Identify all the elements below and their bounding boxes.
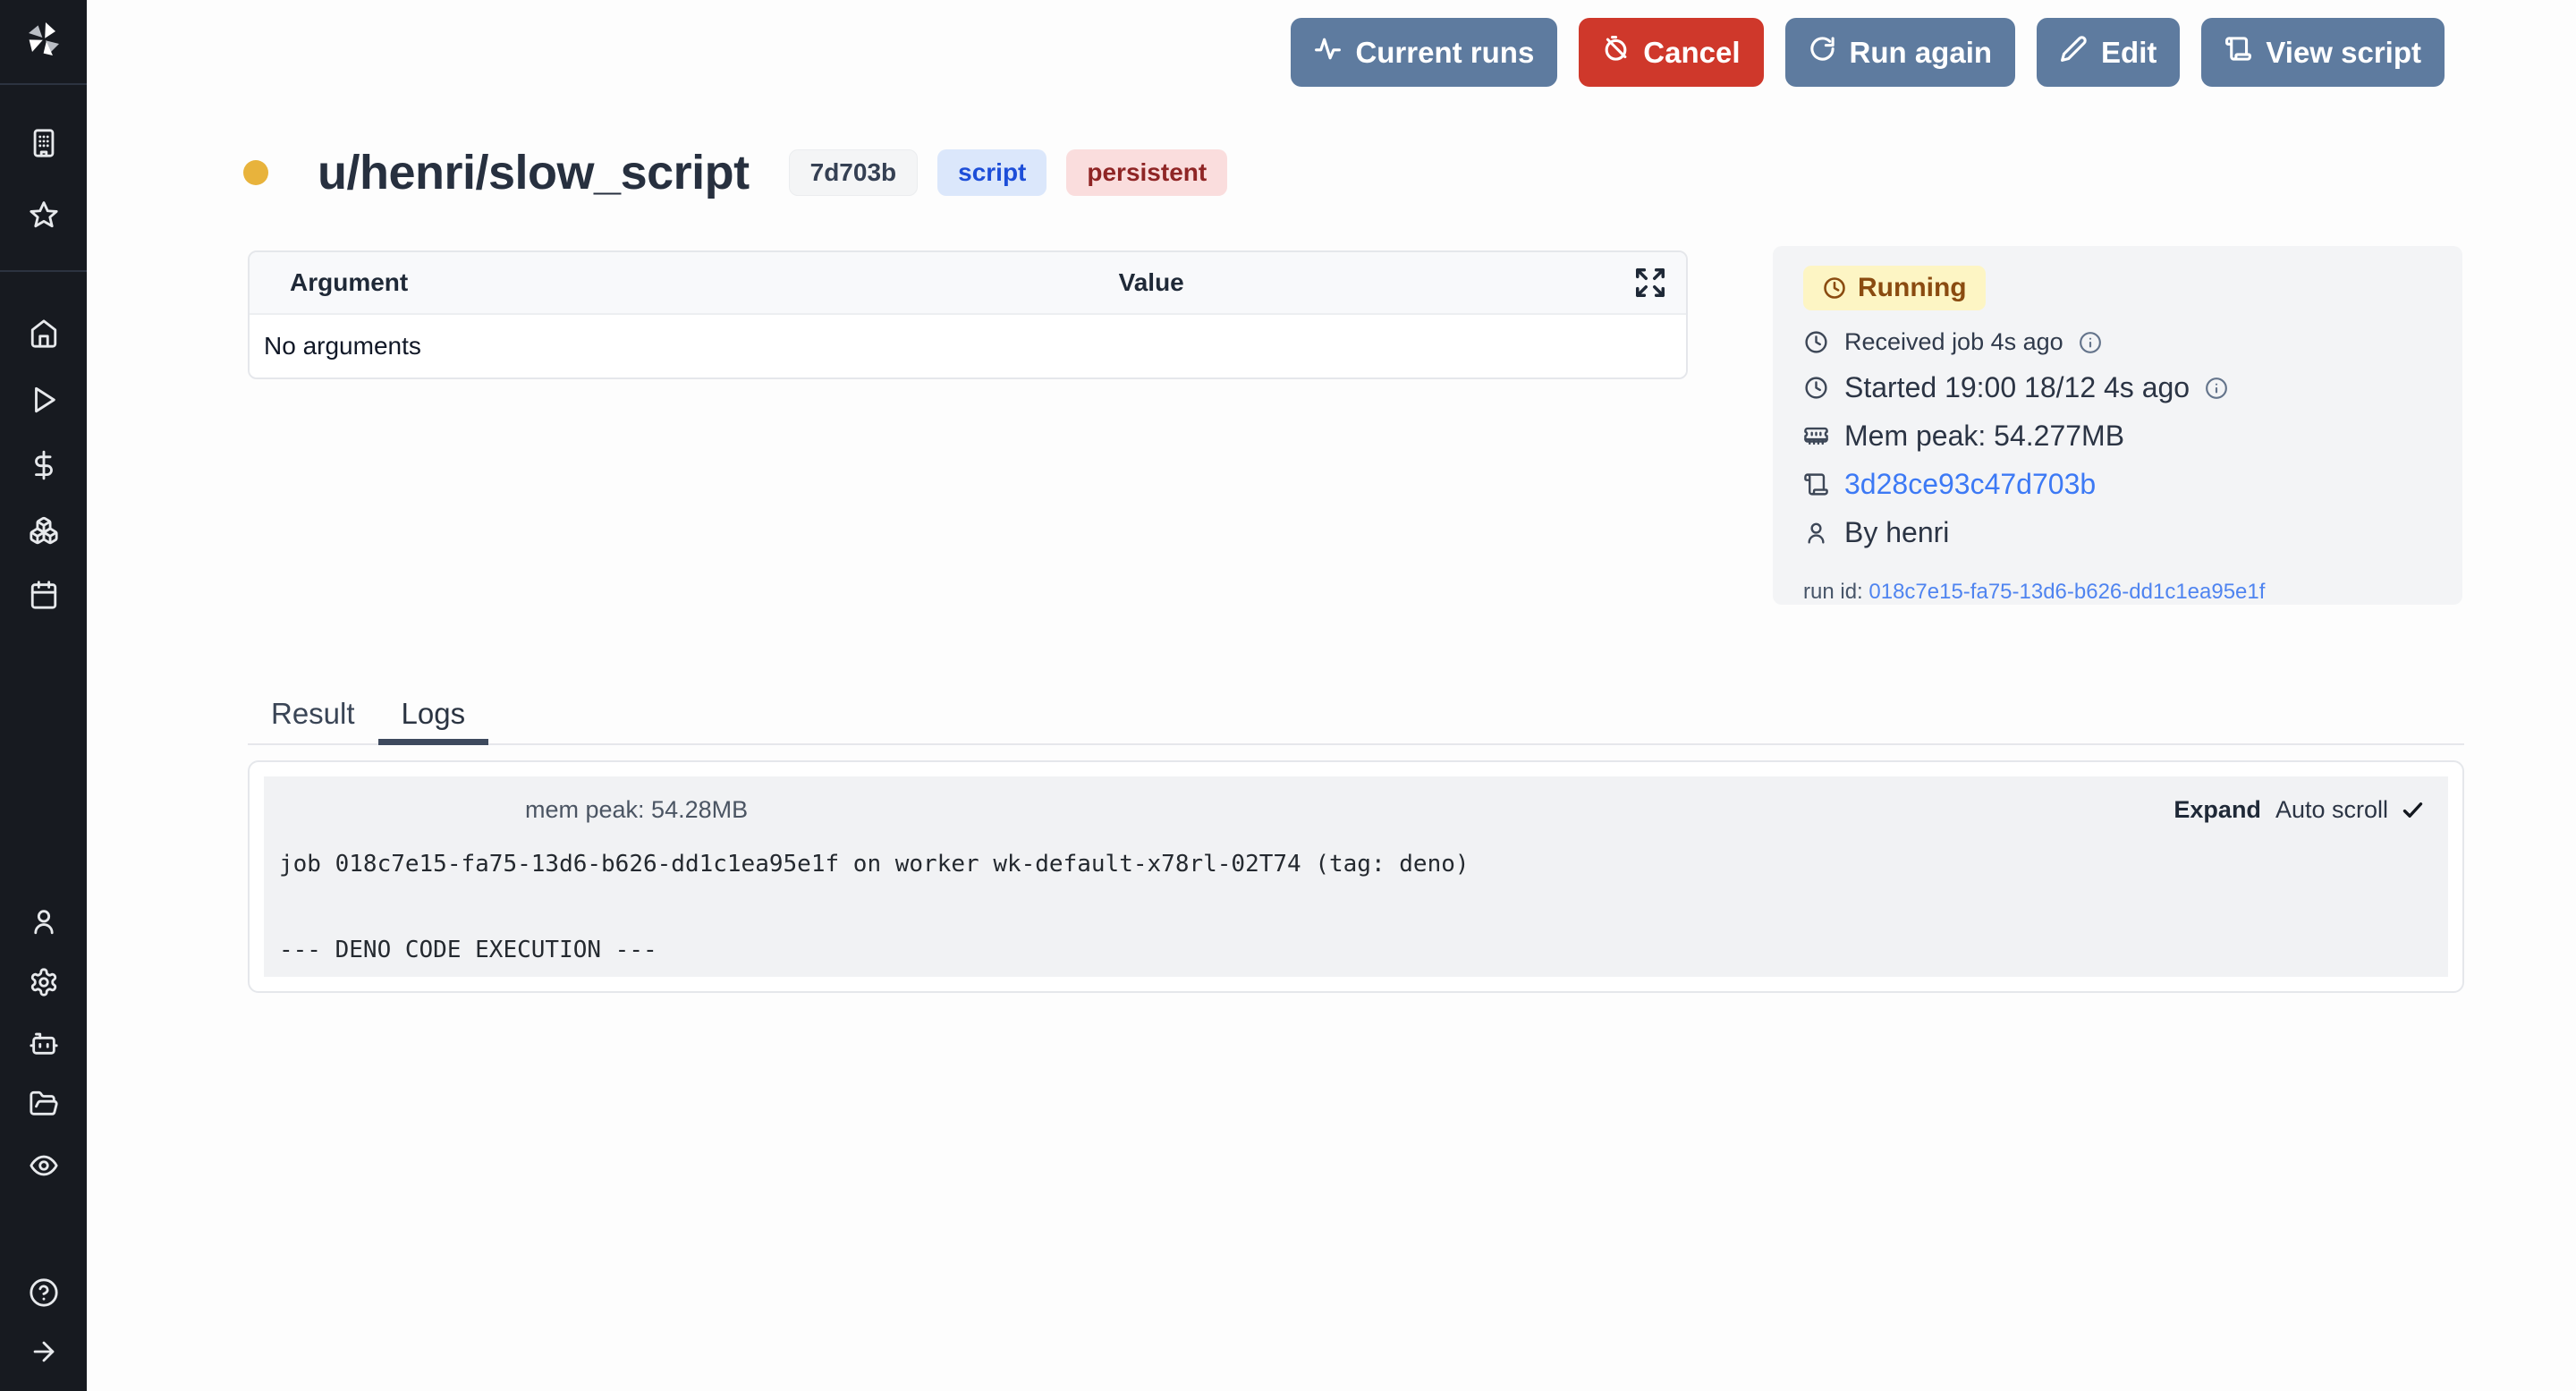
- toolbar: Current runs Cancel Run again Edit View …: [1291, 18, 2445, 87]
- pen-icon: [2060, 35, 2088, 70]
- info-icon[interactable]: [2205, 377, 2228, 400]
- expand-table-icon[interactable]: [1614, 266, 1686, 300]
- script-hash-link[interactable]: 3d28ce93c47d703b: [1844, 468, 2096, 501]
- expand-logs-button[interactable]: Expand: [2174, 796, 2261, 824]
- variables-dollar-icon[interactable]: [0, 447, 87, 483]
- clock-icon: [1822, 276, 1847, 301]
- hash-badge: 7d703b: [789, 149, 919, 196]
- script-hash-row: 3d28ce93c47d703b: [1803, 468, 2432, 501]
- user-icon: [1803, 520, 1829, 546]
- value-column-header: Value: [1112, 268, 1614, 297]
- argument-column-header: Argument: [250, 268, 1112, 297]
- workspace-building-icon[interactable]: [0, 125, 87, 161]
- expand-sidebar-arrow-icon[interactable]: [0, 1334, 87, 1370]
- started-row: Started 19:00 18/12 4s ago: [1803, 371, 2432, 404]
- edit-button[interactable]: Edit: [2037, 18, 2180, 87]
- help-icon[interactable]: [0, 1275, 87, 1310]
- settings-gear-icon[interactable]: [0, 964, 87, 1000]
- info-icon[interactable]: [2079, 331, 2102, 354]
- schedules-calendar-icon[interactable]: [0, 577, 87, 613]
- clock-icon: [1803, 329, 1829, 355]
- title-row: u/henri/slow_script 7d703b script persis…: [243, 145, 1227, 200]
- cancel-button[interactable]: Cancel: [1579, 18, 1763, 87]
- memory-icon: [1803, 423, 1829, 449]
- tab-logs[interactable]: Logs: [378, 689, 489, 745]
- page-title: u/henri/slow_script: [318, 145, 750, 200]
- kind-badge: script: [937, 149, 1046, 196]
- by-user-row: By henri: [1803, 516, 2432, 549]
- clock-icon: [1803, 375, 1829, 401]
- log-viewer: mem peak: 54.28MB Expand Auto scroll job…: [264, 776, 2448, 977]
- user-icon[interactable]: [0, 903, 87, 939]
- favorites-star-icon[interactable]: [0, 197, 87, 233]
- folders-icon[interactable]: [0, 1086, 87, 1122]
- status-panel: Running Received job 4s ago Started 19:0…: [1773, 246, 2462, 605]
- run-again-button[interactable]: Run again: [1785, 18, 2016, 87]
- result-logs-tabs: Result Logs: [248, 689, 2464, 745]
- resources-boxes-icon[interactable]: [0, 513, 87, 548]
- auto-scroll-toggle[interactable]: Auto scroll: [2275, 796, 2425, 824]
- log-mem-peak: mem peak: 54.28MB: [525, 796, 748, 824]
- audit-eye-icon[interactable]: [0, 1148, 87, 1183]
- log-controls: Expand Auto scroll: [2174, 796, 2425, 824]
- tab-result[interactable]: Result: [248, 689, 378, 745]
- arguments-table-header: Argument Value: [250, 252, 1686, 315]
- home-icon[interactable]: [0, 316, 87, 352]
- sidebar-divider: [0, 83, 87, 85]
- run-id-link[interactable]: 018c7e15-fa75-13d6-b626-dd1c1ea95e1f: [1868, 580, 2265, 604]
- log-panel: mem peak: 54.28MB Expand Auto scroll job…: [248, 760, 2464, 993]
- current-runs-button[interactable]: Current runs: [1291, 18, 1557, 87]
- title-badges: 7d703b script persistent: [789, 149, 1228, 196]
- activity-icon: [1314, 35, 1342, 70]
- received-row: Received job 4s ago: [1803, 328, 2432, 356]
- mem-peak-row: Mem peak: 54.277MB: [1803, 420, 2432, 453]
- status-badge: Running: [1803, 266, 1986, 310]
- sidebar: [0, 0, 87, 1391]
- run-page: Current runs Cancel Run again Edit View …: [0, 0, 2576, 1391]
- scroll-icon: [2224, 35, 2252, 70]
- table-row: No arguments: [250, 315, 1686, 377]
- checkmark-icon: [2401, 798, 2425, 822]
- windmill-logo-icon[interactable]: [0, 18, 87, 61]
- log-text: job 018c7e15-fa75-13d6-b626-dd1c1ea95e1f…: [279, 850, 1470, 964]
- persistence-badge: persistent: [1066, 149, 1227, 196]
- sidebar-divider: [0, 270, 87, 272]
- running-status-dot: [243, 160, 268, 185]
- workers-robot-icon[interactable]: [0, 1025, 87, 1061]
- cancel-slash-icon: [1602, 35, 1630, 70]
- runs-play-icon[interactable]: [0, 382, 87, 418]
- view-script-button[interactable]: View script: [2201, 18, 2445, 87]
- refresh-icon: [1809, 35, 1836, 70]
- scroll-icon: [1803, 471, 1829, 497]
- run-id-row: run id: 018c7e15-fa75-13d6-b626-dd1c1ea9…: [1803, 580, 2432, 605]
- arguments-table: Argument Value No arguments: [248, 250, 1688, 379]
